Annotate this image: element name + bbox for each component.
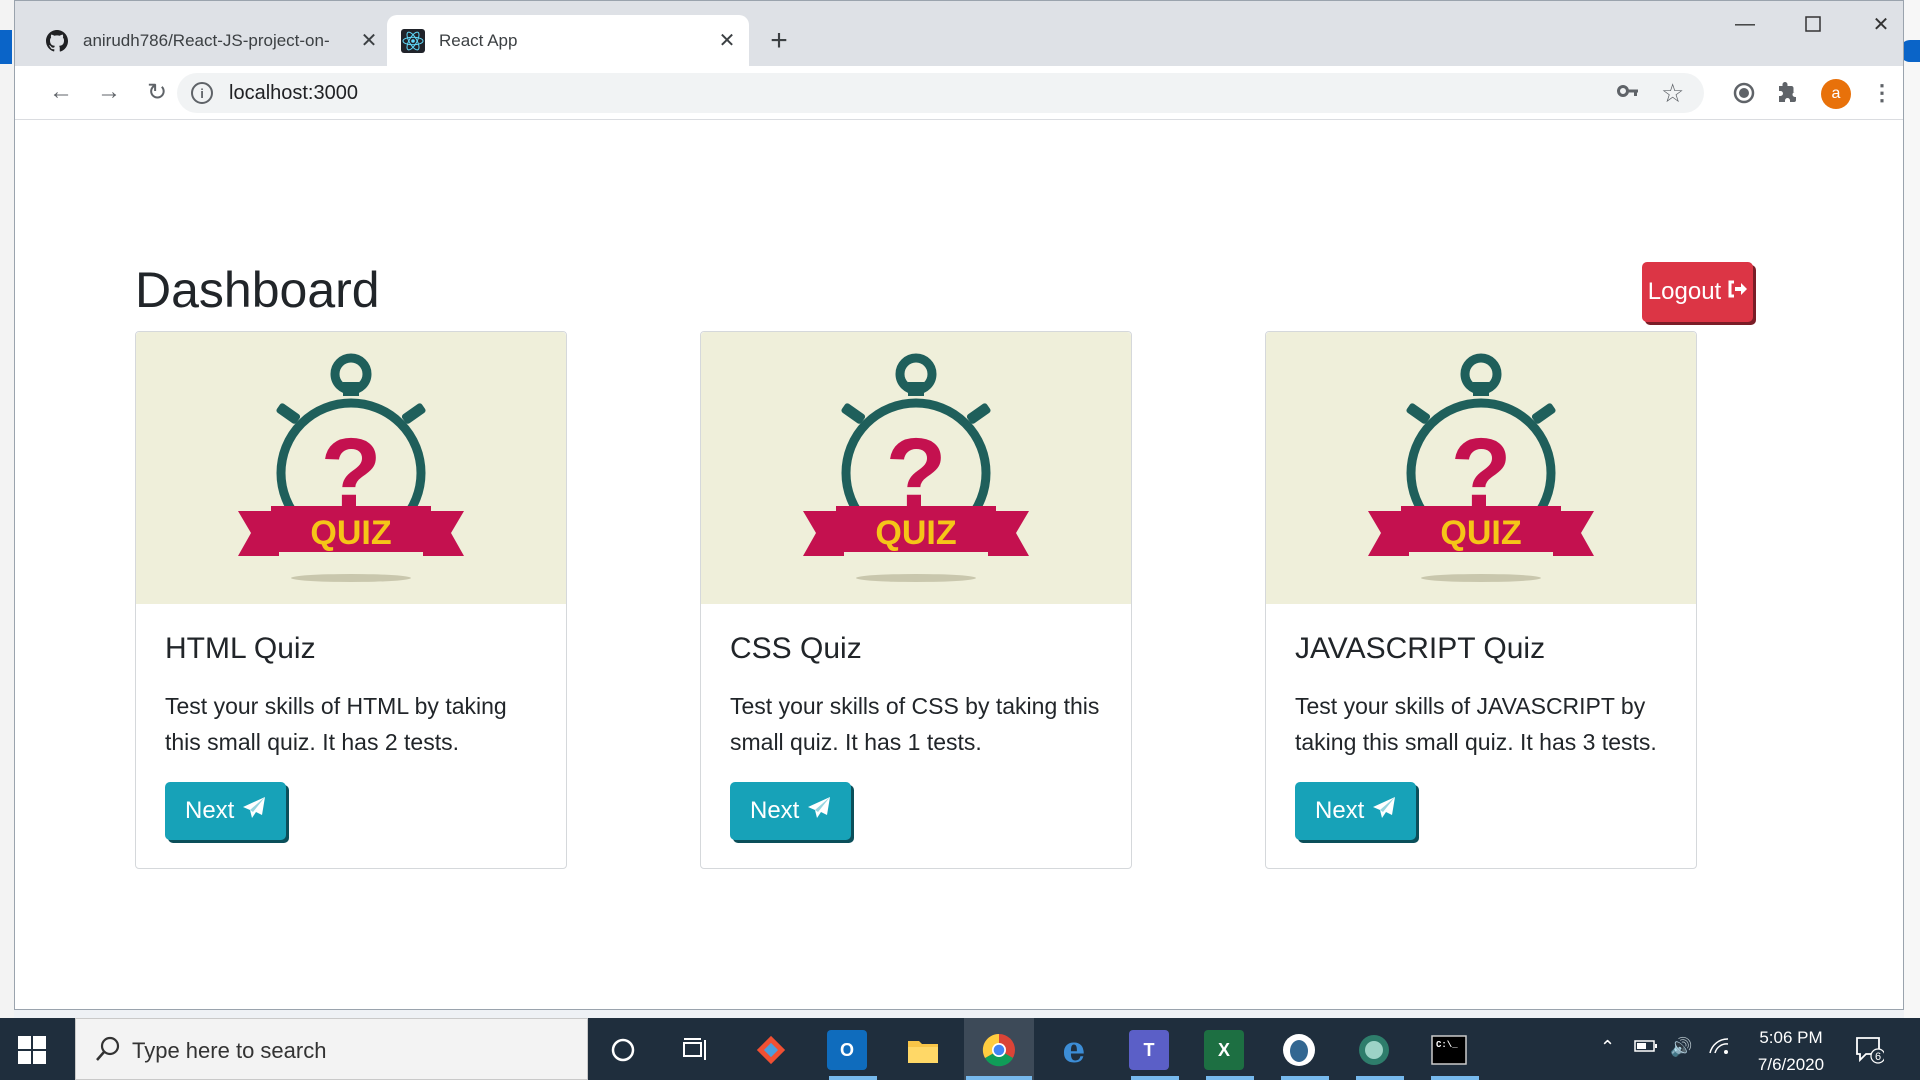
browser-toolbar: ← → ↻ i localhost:3000 ☆ a ⋮ (15, 66, 1903, 120)
card-body: CSS Quiz Test your skills of CSS by taki… (701, 604, 1131, 868)
close-tab-icon[interactable]: ✕ (713, 27, 741, 55)
tab-title: anirudh786/React-JS-project-on- (83, 30, 330, 50)
edge-icon[interactable]: e (1054, 1029, 1094, 1071)
back-icon[interactable]: ← (43, 74, 79, 110)
logout-button[interactable]: Logout (1642, 262, 1753, 322)
site-info-icon[interactable]: i (191, 82, 213, 104)
file-explorer-icon[interactable] (903, 1030, 943, 1070)
quiz-image: ? QUIZ (701, 332, 1131, 604)
git-app-icon[interactable] (751, 1030, 791, 1070)
logout-label: Logout (1647, 278, 1722, 305)
quiz-card-css: ? QUIZ CSS Quiz Test your skills of CSS … (700, 331, 1132, 869)
bookmark-star-icon[interactable]: ☆ (1661, 78, 1684, 109)
forward-icon[interactable]: → (91, 74, 127, 110)
maximize-icon[interactable] (1783, 7, 1843, 41)
card-title: CSS Quiz (730, 632, 862, 665)
search-icon (94, 1035, 122, 1068)
close-window-icon[interactable]: ✕ (1851, 7, 1903, 41)
notification-center-icon[interactable]: 6 (1854, 1034, 1888, 1064)
svg-text:6: 6 (1875, 1051, 1881, 1063)
tab-react-app[interactable]: React App ✕ (387, 15, 749, 66)
react-icon (401, 28, 425, 53)
svg-text:QUIZ: QUIZ (875, 514, 956, 552)
card-title: HTML Quiz (165, 632, 316, 665)
address-bar[interactable]: i localhost:3000 ☆ (177, 73, 1704, 113)
next-button[interactable]: Next (1295, 782, 1417, 840)
system-clock[interactable]: 5:06 PM 7/6/2020 (1736, 1024, 1846, 1078)
next-button[interactable]: Next (730, 782, 852, 840)
quiz-stopwatch-icon: ? QUIZ (1368, 353, 1594, 582)
menu-kebab-icon[interactable]: ⋮ (1865, 76, 1899, 110)
card-title: JAVASCRIPT Quiz (1295, 632, 1546, 665)
next-label: Next (750, 797, 800, 824)
taskbar-search-box[interactable]: Type here to search (75, 1018, 588, 1080)
wifi-icon[interactable] (1708, 1037, 1730, 1060)
browser-window: anirudh786/React-JS-project-on- ✕ React … (14, 0, 1904, 1010)
windows-start-icon[interactable] (18, 1036, 46, 1064)
github-icon (45, 29, 69, 53)
card-description: Test your skills of HTML by taking this … (165, 693, 507, 755)
desktop-background-left (0, 0, 14, 1018)
tab-title: React App (439, 30, 518, 50)
terminal-icon[interactable]: C:\_ (1429, 1030, 1469, 1070)
excel-icon[interactable]: X (1204, 1030, 1244, 1070)
chevron-up-icon[interactable]: ⌃ (1600, 1037, 1615, 1058)
battery-icon[interactable] (1634, 1037, 1658, 1058)
card-body: JAVASCRIPT Quiz Test your skills of JAVA… (1266, 604, 1696, 868)
next-label: Next (185, 797, 235, 824)
card-body: HTML Quiz Test your skills of HTML by ta… (136, 604, 566, 868)
quiz-image: ? QUIZ (1266, 332, 1696, 604)
card-description: Test your skills of CSS by taking this s… (730, 693, 1100, 755)
paper-plane-icon (807, 796, 831, 827)
paper-plane-icon (1372, 796, 1396, 827)
task-view-icon[interactable] (676, 1030, 716, 1070)
teams-icon[interactable]: T (1129, 1030, 1169, 1070)
next-button[interactable]: Next (165, 782, 287, 840)
svg-text:QUIZ: QUIZ (310, 514, 391, 552)
outlook-icon[interactable]: O (827, 1030, 867, 1070)
extension-circle-icon[interactable] (1727, 76, 1761, 110)
reload-icon[interactable]: ↻ (139, 74, 175, 110)
quiz-card-html: ? QUIZ HTML Quiz Test your skills of HTM… (135, 331, 567, 869)
tab-github[interactable]: anirudh786/React-JS-project-on- ✕ (31, 15, 391, 66)
globe-app-icon[interactable] (1354, 1030, 1394, 1070)
paper-plane-icon (242, 796, 266, 827)
sign-out-icon (1727, 278, 1748, 306)
quiz-card-javascript: ? QUIZ JAVASCRIPT Quiz Test your skills … (1265, 331, 1697, 869)
quiz-stopwatch-icon: ? QUIZ (803, 353, 1029, 582)
chrome-icon[interactable] (979, 1030, 1019, 1070)
profile-avatar[interactable]: a (1821, 79, 1851, 109)
cortana-icon[interactable] (603, 1030, 643, 1070)
clock-date: 7/6/2020 (1757, 1055, 1825, 1074)
svg-text:QUIZ: QUIZ (1440, 514, 1521, 552)
svg-text:C:\_: C:\_ (1436, 1040, 1458, 1050)
desktop-background-right (1904, 0, 1920, 1018)
postgres-elephant-icon[interactable] (1279, 1030, 1319, 1070)
key-icon[interactable] (1617, 81, 1639, 104)
close-tab-icon[interactable]: ✕ (355, 27, 383, 55)
url-text[interactable]: localhost:3000 (229, 82, 358, 105)
desktop-edge-accent (0, 30, 12, 64)
quiz-stopwatch-icon: ? QUIZ (238, 353, 464, 582)
minimize-icon[interactable]: — (1715, 7, 1775, 41)
windows-taskbar: Type here to search O e T X C:\_ ⌃ 🔊 5:0… (0, 1018, 1920, 1080)
card-description: Test your skills of JAVASCRIPT by taking… (1295, 693, 1657, 755)
page-content: Dashboard Logout ? QUIZ HTML Quiz Test y… (15, 121, 1903, 1009)
search-placeholder: Type here to search (132, 1038, 327, 1063)
extensions-puzzle-icon[interactable] (1771, 76, 1805, 110)
quiz-image: ? QUIZ (136, 332, 566, 604)
volume-icon[interactable]: 🔊 (1670, 1037, 1692, 1058)
next-label: Next (1315, 797, 1365, 824)
tab-strip: anirudh786/React-JS-project-on- ✕ React … (15, 1, 1903, 66)
clock-time: 5:06 PM (1759, 1028, 1823, 1047)
page-title: Dashboard (135, 262, 380, 318)
new-tab-button[interactable]: + (763, 24, 795, 57)
